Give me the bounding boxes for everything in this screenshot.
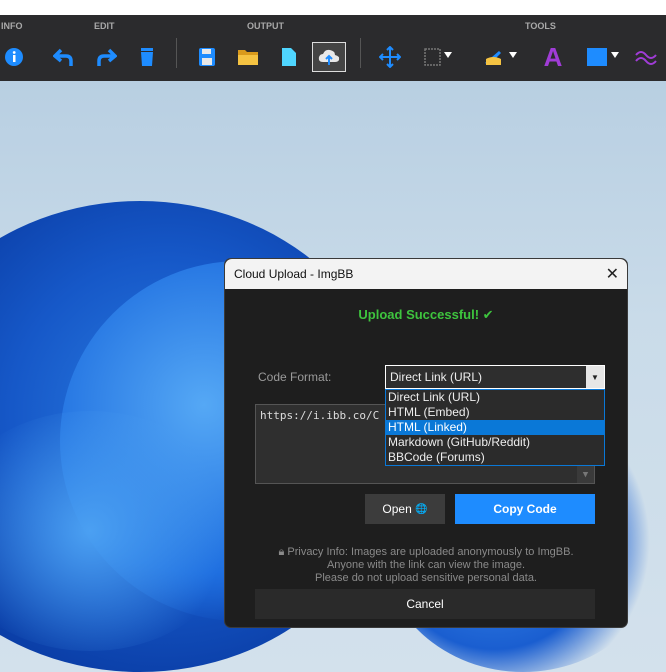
redo-icon xyxy=(97,48,117,66)
format-option[interactable]: HTML (Embed) xyxy=(386,405,604,420)
selection-button[interactable] xyxy=(423,42,457,72)
group-label-tools: TOOLS xyxy=(525,21,556,31)
undo-icon xyxy=(53,48,73,66)
cloud-upload-dialog: Cloud Upload - ImgBB ✕ Upload Successful… xyxy=(224,258,628,628)
copy-icon xyxy=(282,48,296,66)
lock-icon: 🔒︎ xyxy=(278,546,285,558)
open-label: Open xyxy=(382,502,412,516)
code-format-label: Code Format: xyxy=(258,370,332,384)
format-option[interactable]: Markdown (GitHub/Reddit) xyxy=(386,435,604,450)
upload-status: Upload Successful! ✔ xyxy=(225,307,627,323)
pen-icon xyxy=(485,51,517,65)
open-folder-icon xyxy=(238,50,258,65)
move-icon xyxy=(379,46,401,68)
info-icon xyxy=(5,48,23,66)
cloud-upload-button[interactable] xyxy=(312,42,346,72)
close-icon[interactable]: ✕ xyxy=(606,264,619,284)
cloud-upload-icon xyxy=(318,49,340,65)
shape-button[interactable] xyxy=(586,42,620,72)
chevron-down-icon[interactable]: ▼ xyxy=(586,366,604,388)
wave-button[interactable] xyxy=(630,42,664,72)
group-label-info: INFO xyxy=(1,21,23,31)
open-button[interactable]: Open 🌐 xyxy=(365,494,445,524)
copy-code-button[interactable]: Copy Code xyxy=(455,494,595,524)
status-text: Upload Successful! xyxy=(358,307,480,322)
copy-button[interactable] xyxy=(272,42,306,72)
checkmark-icon: ✔ xyxy=(482,307,494,322)
format-option[interactable]: HTML (Linked) xyxy=(386,420,604,435)
undo-button[interactable] xyxy=(47,42,81,72)
move-button[interactable] xyxy=(373,42,407,72)
privacy-info: 🔒︎ Privacy Info: Images are uploaded ano… xyxy=(225,546,627,585)
format-dropdown-list: Direct Link (URL) HTML (Embed) HTML (Lin… xyxy=(385,389,605,466)
dialog-titlebar: Cloud Upload - ImgBB xyxy=(225,259,627,289)
pen-button[interactable] xyxy=(483,42,517,72)
privacy-line: Privacy Info: Images are uploaded anonym… xyxy=(287,546,574,558)
open-folder-button[interactable] xyxy=(231,42,265,72)
info-button[interactable] xyxy=(0,42,31,72)
scroll-down-icon[interactable]: ▼ xyxy=(577,466,594,483)
save-icon xyxy=(199,48,215,66)
format-option[interactable]: BBCode (Forums) xyxy=(386,450,604,465)
dialog-title: Cloud Upload - ImgBB xyxy=(234,267,354,281)
delete-button[interactable] xyxy=(130,42,164,72)
code-value: https://i.ibb.co/C xyxy=(260,409,380,422)
redo-button[interactable] xyxy=(89,42,123,72)
text-icon: A xyxy=(543,41,563,72)
toolbar: INFO EDIT OUTPUT TOOLS A xyxy=(0,15,666,81)
privacy-line: Anyone with the link can view the image. xyxy=(326,559,526,571)
shape-icon xyxy=(587,48,619,66)
wave-icon xyxy=(635,51,657,65)
group-label-output: OUTPUT xyxy=(247,21,284,31)
globe-icon: 🌐 xyxy=(415,503,428,515)
selection-icon xyxy=(424,48,452,66)
save-button[interactable] xyxy=(190,42,224,72)
delete-icon xyxy=(141,48,153,66)
selected-format: Direct Link (URL) xyxy=(390,370,483,384)
privacy-line: Please do not upload sensitive personal … xyxy=(315,572,537,584)
format-option[interactable]: Direct Link (URL) xyxy=(386,390,604,405)
cancel-button[interactable]: Cancel xyxy=(255,589,595,619)
code-format-select[interactable]: Direct Link (URL) ▼ xyxy=(385,365,605,389)
text-tool-button[interactable]: A xyxy=(536,42,570,72)
group-label-edit: EDIT xyxy=(94,21,115,31)
